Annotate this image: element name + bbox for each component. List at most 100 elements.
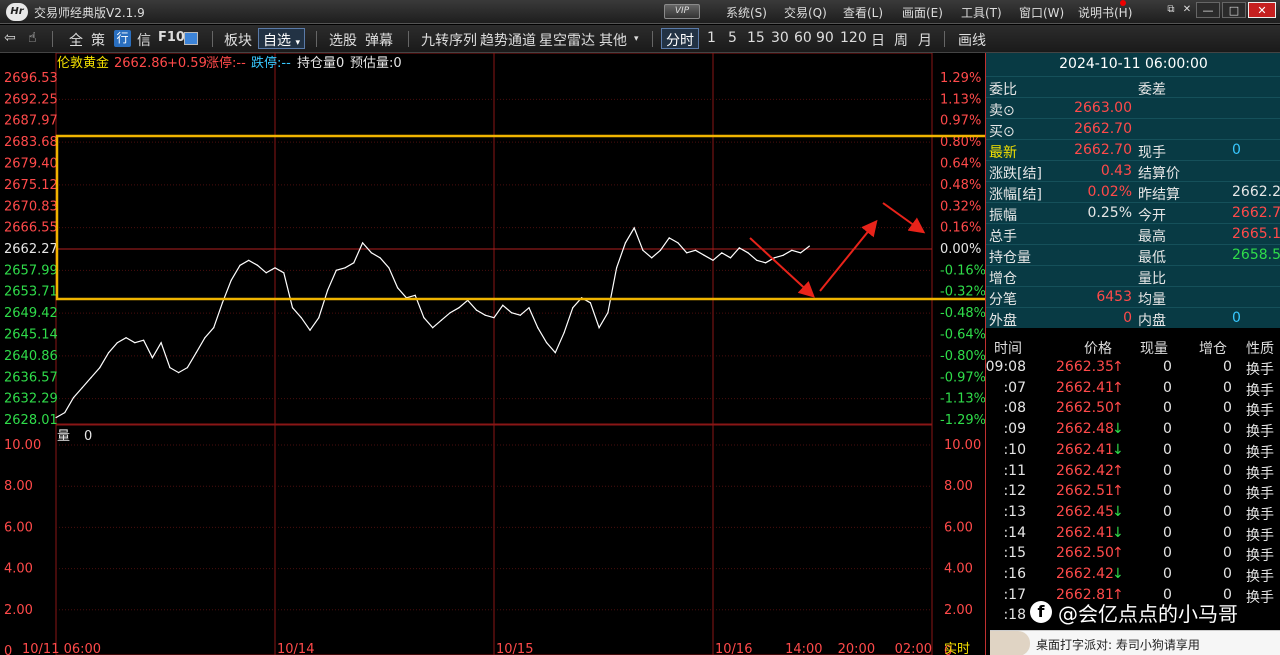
tick-nature: 换手 [1246, 569, 1274, 585]
tick-price: 2662.41 [1056, 524, 1114, 541]
vip-badge[interactable]: VIP [664, 4, 700, 19]
period-day[interactable]: 日 [871, 30, 885, 50]
tb-all[interactable]: 全 [69, 30, 83, 50]
tick-price: 2662.41 [1056, 379, 1114, 396]
tb-stock-picker[interactable]: 选股 [329, 30, 357, 50]
price-point [756, 259, 758, 261]
minimize-button[interactable]: — [1196, 2, 1220, 18]
tick-row[interactable]: :09 2662.48 ↓ 0 0 换手 [986, 419, 1280, 440]
price-tick-label: 2628.01 [4, 413, 58, 428]
back-arrow-icon[interactable]: ⇦ [4, 30, 16, 46]
tb-info[interactable]: 信 [137, 30, 151, 50]
tick-row[interactable]: :12 2662.51 ↑ 0 0 换手 [986, 481, 1280, 503]
price-tick-label: 2645.14 [4, 328, 58, 343]
intraday-chart-panel[interactable]: 2696.53 2692.25 2687.97 2683.68 2679.40 2675.… [0, 52, 1065, 655]
tick-nature: 换手 [1246, 506, 1274, 523]
tick-row[interactable]: :15 2662.50 ↑ 0 0 换手 [986, 543, 1280, 564]
period-1[interactable]: 1 [707, 30, 716, 46]
price-point [510, 312, 513, 314]
watchlist-dropdown[interactable]: 自选 ▾ [258, 28, 305, 49]
maximize-button[interactable]: □ [1222, 2, 1246, 18]
price-point [204, 337, 206, 339]
period-30[interactable]: 30 [771, 30, 789, 46]
quote-label: 涨幅[结] [989, 187, 1042, 203]
price-point [651, 257, 653, 259]
tick-row[interactable]: :11 2662.42 ↑ 0 0 换手 [986, 461, 1280, 482]
tick-oi: 0 [1223, 545, 1232, 562]
price-tick-label: 2657.99 [4, 263, 58, 278]
realtime-label[interactable]: 实时 [944, 642, 970, 655]
price-point [563, 332, 565, 334]
quote-value: 2663.00 [1074, 100, 1132, 116]
chevron-down-icon[interactable]: ▾ [634, 34, 639, 44]
period-60[interactable]: 60 [794, 30, 812, 46]
menu-manual[interactable]: 说明书(H) [1078, 4, 1132, 21]
intraday-chart[interactable]: 2696.53 2692.25 2687.97 2683.68 2679.40 2675.… [0, 52, 1065, 655]
tick-time: :07 [1003, 379, 1026, 396]
restore-icon[interactable]: ⧉ [1164, 2, 1178, 18]
tick-nature: 换手 [1246, 589, 1274, 606]
quote-row: 最新 2662.70 现手 0 [986, 139, 1280, 161]
volume-label: 量 [57, 429, 70, 444]
period-15[interactable]: 15 [747, 30, 765, 46]
quote-label: 振幅 [989, 208, 1017, 224]
price-tick-label: 2632.29 [4, 392, 58, 407]
period-intraday[interactable]: 分时 [661, 28, 699, 49]
tb-other[interactable]: 其他 [599, 30, 627, 50]
tick-nature: 换手 [1246, 486, 1274, 503]
tb-strategy[interactable]: 策 [91, 30, 105, 50]
tb-star-radar[interactable]: 星空雷达 [539, 30, 595, 50]
close-button[interactable]: ✕ [1248, 2, 1276, 18]
window-icon[interactable] [184, 32, 198, 45]
pct-tick-label: 0.00% [940, 242, 981, 257]
quote-row: 增仓 量比 [986, 265, 1280, 287]
price-point [773, 257, 775, 259]
ad-banner[interactable]: 桌面打字派对: 寿司小狗请享用 [990, 630, 1280, 655]
hand-icon[interactable]: ☝ [28, 30, 37, 46]
tb-sector[interactable]: 板块 [224, 30, 252, 50]
period-90[interactable]: 90 [816, 30, 834, 46]
price-point [493, 317, 495, 319]
tick-row[interactable]: :10 2662.41 ↓ 0 0 换手 [986, 440, 1280, 461]
tick-qty: 0 [1163, 566, 1172, 582]
tick-row[interactable]: :14 2662.41 ↓ 0 0 换手 [986, 523, 1280, 544]
tick-row[interactable]: :07 2662.41 ↑ 0 0 换手 [986, 378, 1280, 399]
watermark-text: @会亿点点的小马哥 [1058, 602, 1238, 626]
volume-tick-label-right: 8.00 [944, 479, 973, 494]
menu-system[interactable]: 系统(S) [726, 4, 767, 21]
menu-screen[interactable]: 画面(E) [902, 4, 943, 21]
tick-row[interactable]: :08 2662.50 ↑ 0 0 换手 [986, 398, 1280, 419]
menu-trade[interactable]: 交易(Q) [784, 4, 827, 21]
tick-time: :13 [1003, 503, 1026, 520]
tick-row[interactable]: 09:08 2662.35 ↑ 0 0 换手 [986, 357, 1280, 378]
price-point [195, 352, 197, 354]
tb-draw-line[interactable]: 画线 [958, 30, 986, 50]
ad-text: 桌面打字派对: 寿司小狗请享用 [1036, 638, 1200, 652]
notification-dot [1120, 0, 1126, 6]
menu-window[interactable]: 窗口(W) [1019, 4, 1064, 21]
col-nature: 性质 [1246, 341, 1274, 357]
price-point [388, 267, 390, 269]
tb-trend-channel[interactable]: 趋势通道 [480, 30, 536, 50]
tb-quote[interactable]: 行 [114, 30, 131, 47]
tick-direction-icon: ↓ [1112, 421, 1124, 438]
price-point [291, 307, 294, 309]
price-point [598, 327, 600, 329]
tick-row[interactable]: :16 2662.42 ↓ 0 0 换手 [986, 564, 1280, 585]
period-120[interactable]: 120 [840, 30, 867, 46]
menu-view[interactable]: 查看(L) [843, 4, 883, 21]
instrument-name: 伦敦黄金 [57, 55, 109, 71]
price-point [747, 252, 749, 254]
period-month[interactable]: 月 [918, 30, 932, 50]
tb-f10[interactable]: F10 [158, 30, 185, 45]
toolbar: ⇦ ☝ 全 策 行 信 F10 板块 自选 ▾ 选股 弹幕 九转序列 趋势通道 … [0, 25, 1280, 53]
period-week[interactable]: 周 [894, 30, 908, 50]
menu-tools[interactable]: 工具(T) [961, 4, 1002, 21]
tick-row[interactable]: :13 2662.45 ↓ 0 0 换手 [986, 502, 1280, 523]
price-point [283, 272, 285, 274]
tb-nine-turn[interactable]: 九转序列 [421, 30, 477, 50]
period-5[interactable]: 5 [728, 30, 737, 46]
tb-danmaku[interactable]: 弹幕 [365, 30, 393, 50]
pct-tick-label: 0.97% [940, 114, 981, 129]
close-child-icon[interactable]: ✕ [1180, 2, 1194, 18]
